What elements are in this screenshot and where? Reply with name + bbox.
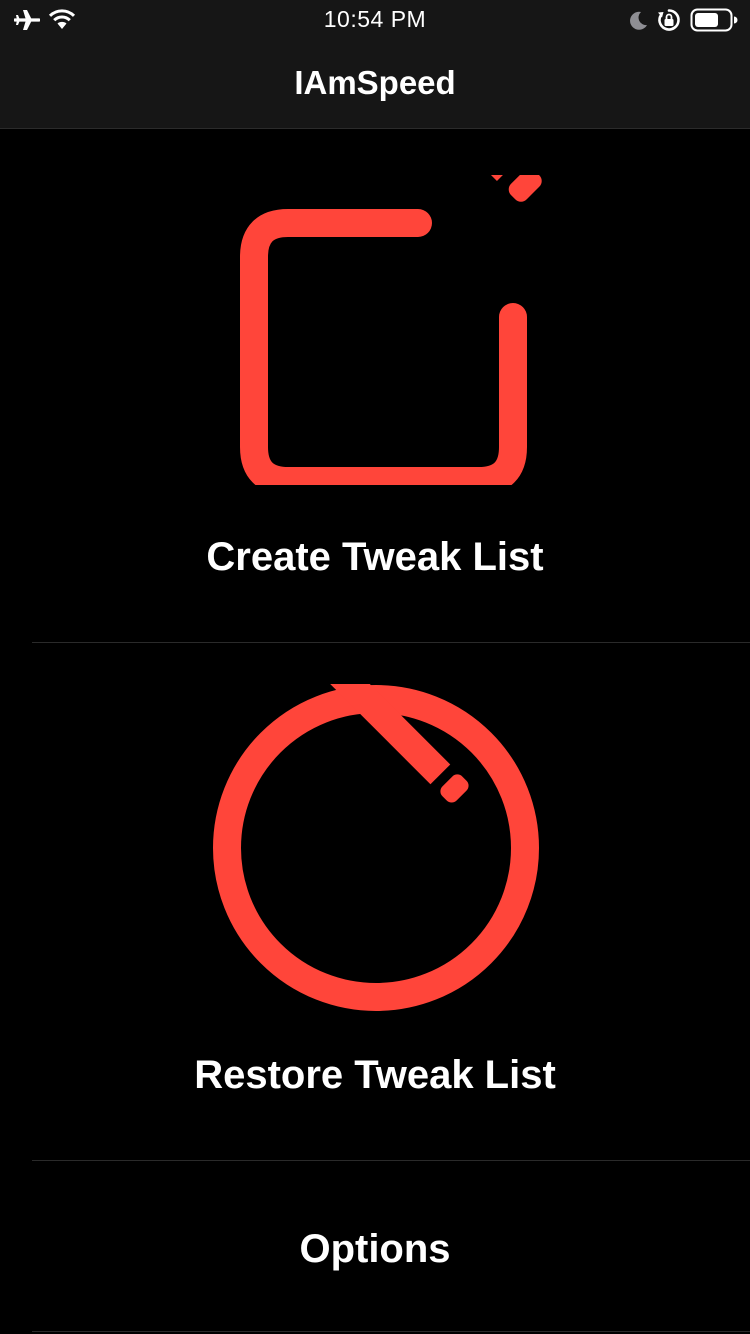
navigation-bar: IAmSpeed bbox=[0, 40, 750, 129]
create-tweak-list-button[interactable]: Create Tweak List bbox=[0, 129, 750, 642]
divider bbox=[32, 1331, 750, 1332]
rotation-lock-icon bbox=[658, 9, 680, 31]
options-label: Options bbox=[299, 1227, 451, 1271]
moon-icon bbox=[630, 11, 647, 30]
battery-icon bbox=[690, 8, 738, 32]
create-tweak-list-label: Create Tweak List bbox=[206, 535, 544, 579]
page-title: IAmSpeed bbox=[294, 64, 456, 101]
restore-tweak-list-label: Restore Tweak List bbox=[194, 1053, 556, 1097]
status-bar: 10:54 PM bbox=[0, 0, 750, 40]
restore-tweak-list-button[interactable]: Restore Tweak List bbox=[0, 643, 750, 1160]
square-and-pencil-icon bbox=[240, 175, 542, 485]
options-button[interactable]: Options bbox=[0, 1161, 750, 1331]
pencil-circle-icon bbox=[213, 684, 539, 1011]
